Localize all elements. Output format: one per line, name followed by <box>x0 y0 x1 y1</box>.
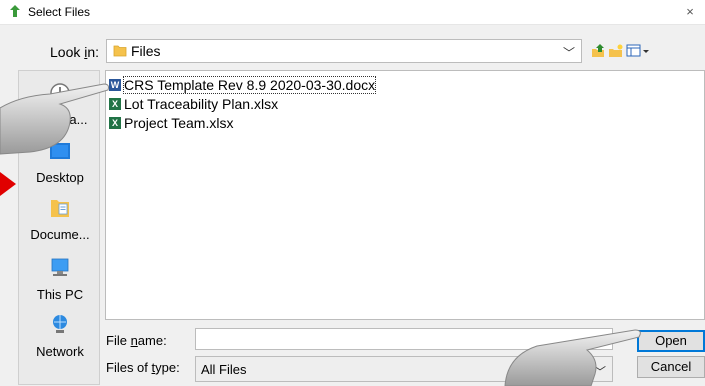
view-menu-button[interactable] <box>626 41 650 61</box>
close-button[interactable]: × <box>675 0 705 24</box>
place-label: This PC <box>36 287 84 302</box>
select-files-dialog: Select Files × Look in: Files ﹀ Desktop … <box>0 0 705 386</box>
look-in-dropdown[interactable]: Files ﹀ <box>106 39 582 63</box>
app-icon <box>10 5 20 17</box>
cancel-button[interactable]: Cancel <box>637 356 705 378</box>
pointing-hand-icon <box>504 329 641 386</box>
file-item[interactable]: X Lot Traceability Plan.xlsx <box>109 95 278 113</box>
file-item[interactable]: W CRS Template Rev 8.9 2020-03-30.docx <box>109 76 377 94</box>
file-item[interactable]: X Project Team.xlsx <box>109 114 233 132</box>
place-label: Desktop <box>36 170 84 185</box>
network-icon <box>53 315 67 333</box>
new-folder-icon <box>609 44 623 57</box>
window-title: Select Files <box>28 5 91 19</box>
file-type-value: All Files <box>201 362 247 377</box>
place-network[interactable]: Network <box>19 313 101 359</box>
up-one-level-button[interactable] <box>590 41 606 61</box>
place-label: Docume... <box>30 227 90 242</box>
documents-icon <box>51 200 69 217</box>
computer-icon <box>51 258 69 276</box>
file-list[interactable]: W CRS Template Rev 8.9 2020-03-30.docx X… <box>105 70 705 320</box>
folder-icon <box>113 45 127 57</box>
file-name-label: File name: <box>106 333 167 348</box>
view-menu-icon <box>626 44 649 57</box>
file-name: Project Team.xlsx <box>124 115 234 131</box>
chevron-down-icon: ﹀ <box>562 46 575 60</box>
look-in-value: Files <box>131 43 161 59</box>
file-name: CRS Template Rev 8.9 2020-03-30.docx <box>122 76 377 94</box>
title-bar: Select Files × <box>0 0 705 25</box>
file-type-label: Files of type: <box>106 360 180 375</box>
new-folder-button[interactable] <box>608 41 624 61</box>
place-this-pc[interactable]: This PC <box>19 256 101 302</box>
pointing-hand-icon <box>0 83 109 155</box>
look-in-label: Look in: <box>50 44 100 60</box>
annotation-arrow <box>0 172 16 196</box>
open-button[interactable]: Open <box>637 330 705 352</box>
place-label: Network <box>36 344 84 359</box>
place-documents[interactable]: Docume... <box>19 196 101 242</box>
up-one-level-icon <box>592 44 604 57</box>
file-name: Lot Traceability Plan.xlsx <box>124 96 279 112</box>
